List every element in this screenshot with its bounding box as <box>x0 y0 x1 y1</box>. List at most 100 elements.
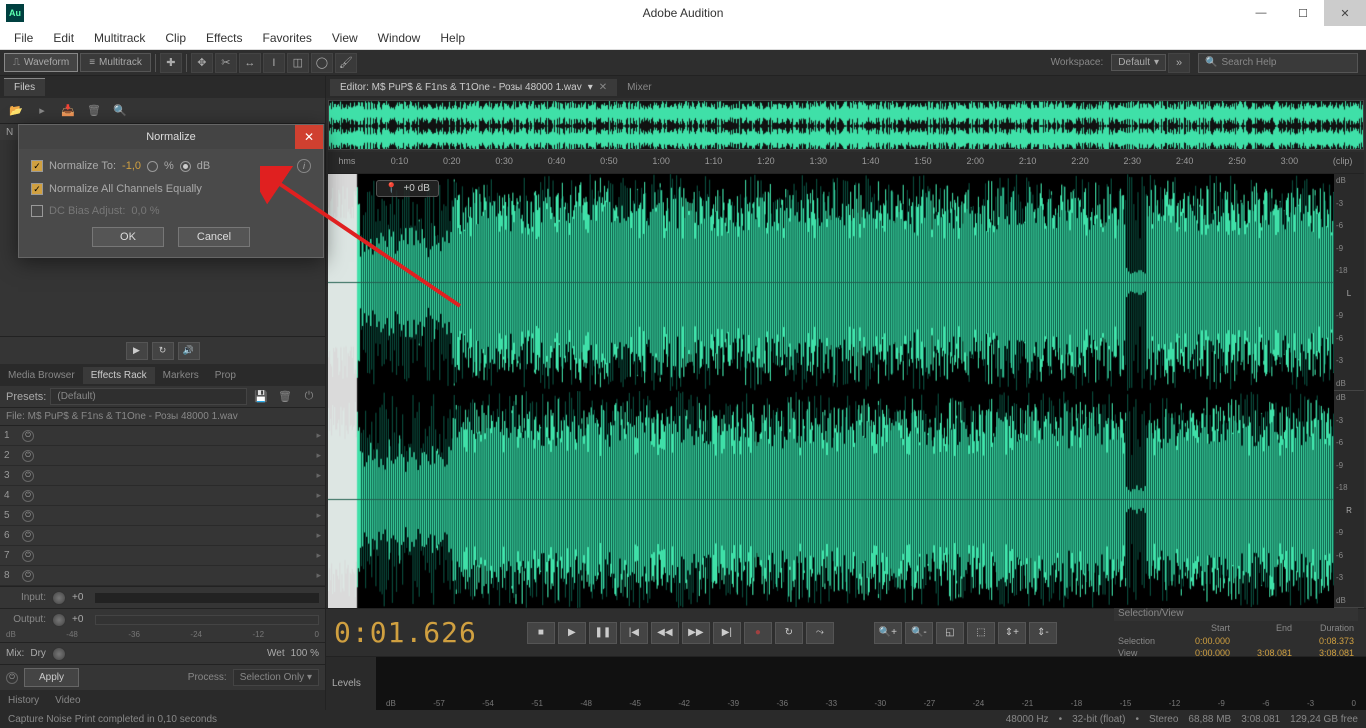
power-icon[interactable]: ⏻ <box>22 510 34 522</box>
tool-move[interactable]: ✥ <box>191 53 213 73</box>
tool-slip[interactable]: ↔ <box>239 53 261 73</box>
workspace-dropdown[interactable]: Default▾ <box>1111 54 1166 71</box>
ok-button[interactable]: OK <box>92 227 164 247</box>
play-button[interactable]: ▶ <box>558 622 586 644</box>
maximize-button[interactable]: ☐ <box>1282 0 1324 26</box>
tool-razor[interactable]: ✂ <box>215 53 237 73</box>
zoom-selection-button[interactable]: ⬚ <box>967 622 995 644</box>
tool-time-selection[interactable]: I <box>263 53 285 73</box>
zoom-in-amp-button[interactable]: ⇕+ <box>998 622 1026 644</box>
fx-slot-6[interactable]: 6⏻▸ <box>0 526 325 546</box>
mix-knob[interactable] <box>52 647 66 661</box>
menu-effects[interactable]: Effects <box>196 28 252 48</box>
tool-marquee[interactable]: ◫ <box>287 53 309 73</box>
menu-help[interactable]: Help <box>430 28 475 48</box>
normalize-to-value[interactable]: -1,0 <box>122 160 141 172</box>
normalize-to-checkbox[interactable]: ✓ <box>31 160 43 172</box>
menu-window[interactable]: Window <box>368 28 431 48</box>
fx-slot-4[interactable]: 4⏻▸ <box>0 486 325 506</box>
tool-lasso[interactable]: ◯ <box>311 53 333 73</box>
fx-slot-1[interactable]: 1⏻▸ <box>0 426 325 446</box>
video-tab[interactable]: Video <box>47 693 88 708</box>
selection-duration[interactable]: 0:08.373 <box>1296 636 1354 646</box>
mode-multitrack-button[interactable]: ≡Multitrack <box>80 53 151 72</box>
selection-end[interactable] <box>1234 636 1292 646</box>
editor-file-tab[interactable]: Editor: M$ PuP$ & F1ns & T1One - Розы 48… <box>330 79 617 96</box>
history-tab[interactable]: History <box>0 693 47 708</box>
power-icon[interactable]: ⏻ <box>22 450 34 462</box>
fx-slot-2[interactable]: 2⏻▸ <box>0 446 325 466</box>
time-display[interactable]: 0:01.626 <box>334 616 477 649</box>
fx-slot-7[interactable]: 7⏻▸ <box>0 546 325 566</box>
presets-dropdown[interactable]: (Default) <box>50 388 247 405</box>
files-tab[interactable]: Files <box>4 78 45 96</box>
selection-start[interactable]: 0:00.000 <box>1172 636 1230 646</box>
preset-delete-button[interactable]: 🗑 <box>275 389 295 405</box>
process-dropdown[interactable]: Selection Only ▾ <box>233 669 319 686</box>
dc-bias-checkbox[interactable] <box>31 205 43 217</box>
close-tab-button[interactable]: ✕ <box>599 82 607 93</box>
waveform-overview[interactable] <box>328 100 1364 150</box>
preview-autoplay-button[interactable]: 🔊 <box>178 342 200 360</box>
media-browser-tab[interactable]: Media Browser <box>0 367 83 384</box>
fx-slot-3[interactable]: 3⏻▸ <box>0 466 325 486</box>
power-icon[interactable]: ⏻ <box>22 470 34 482</box>
tool-spot-healing[interactable]: ✚ <box>160 53 182 73</box>
input-gain-knob[interactable] <box>52 591 66 605</box>
search-help-input[interactable]: 🔍Search Help <box>1198 53 1358 73</box>
pause-button[interactable]: ❚❚ <box>589 622 617 644</box>
menu-clip[interactable]: Clip <box>155 28 196 48</box>
zoom-in-button[interactable]: 🔍+ <box>874 622 902 644</box>
power-icon[interactable]: ⏻ <box>22 490 34 502</box>
fx-slot-8[interactable]: 8⏻▸ <box>0 566 325 586</box>
fx-slot-5[interactable]: 5⏻▸ <box>0 506 325 526</box>
unit-percent-radio[interactable] <box>147 161 158 172</box>
rack-power-toggle[interactable]: ⏻ <box>6 672 18 684</box>
go-to-end-button[interactable]: ▶| <box>713 622 741 644</box>
power-icon[interactable]: ⏻ <box>22 570 34 582</box>
menu-edit[interactable]: Edit <box>43 28 84 48</box>
zoom-full-button[interactable]: ◱ <box>936 622 964 644</box>
rack-power-button[interactable]: ⏻ <box>299 389 319 405</box>
effects-rack-tab[interactable]: Effects Rack <box>83 367 155 384</box>
go-to-start-button[interactable]: |◀ <box>620 622 648 644</box>
power-icon[interactable]: ⏻ <box>22 550 34 562</box>
loop-button[interactable]: ↻ <box>775 622 803 644</box>
import-button[interactable]: 📥 <box>58 103 78 119</box>
stop-button[interactable]: ■ <box>527 622 555 644</box>
search-files-button[interactable]: 🔍 <box>110 103 130 119</box>
tool-brush[interactable]: 🖌 <box>335 53 357 73</box>
markers-tab[interactable]: Markers <box>155 367 207 384</box>
menu-view[interactable]: View <box>322 28 368 48</box>
preview-loop-button[interactable]: ↻ <box>152 342 174 360</box>
zoom-out-button[interactable]: 🔍- <box>905 622 933 644</box>
skip-selection-button[interactable]: ⤳ <box>806 622 834 644</box>
preset-save-button[interactable]: 💾 <box>251 389 271 405</box>
info-icon[interactable]: i <box>297 159 311 173</box>
menu-multitrack[interactable]: Multitrack <box>84 28 155 48</box>
unit-db-radio[interactable] <box>180 161 191 172</box>
cancel-button[interactable]: Cancel <box>178 227 250 247</box>
zoom-out-amp-button[interactable]: ⇕- <box>1029 622 1057 644</box>
hud-gain-pill[interactable]: 📍+0 dB <box>376 180 439 197</box>
apply-button[interactable]: Apply <box>24 668 79 687</box>
preview-play-button[interactable]: ▶ <box>126 342 148 360</box>
open-file-button[interactable]: 📂 <box>6 103 26 119</box>
minimize-button[interactable]: — <box>1240 0 1282 26</box>
mixer-tab[interactable]: Mixer <box>617 79 661 96</box>
power-icon[interactable]: ⏻ <box>22 530 34 542</box>
menu-favorites[interactable]: Favorites <box>253 28 322 48</box>
close-window-button[interactable]: ✕ <box>1324 0 1366 26</box>
all-channels-checkbox[interactable]: ✓ <box>31 183 43 195</box>
new-file-button[interactable]: ▸ <box>32 103 52 119</box>
menu-file[interactable]: File <box>4 28 43 48</box>
forward-button[interactable]: ▶▶ <box>682 622 710 644</box>
close-file-button[interactable]: 🗑 <box>84 103 104 119</box>
properties-tab[interactable]: Prop <box>207 367 244 384</box>
mode-waveform-button[interactable]: ⎍Waveform <box>4 53 78 72</box>
output-gain-knob[interactable] <box>52 613 66 627</box>
dialog-title[interactable]: Normalize ✕ <box>19 125 323 149</box>
waveform-display[interactable]: 📍+0 dB dB-3-6-9-18L-9-6-3dB dB-3-6-9-18R… <box>328 174 1364 608</box>
workspace-menu-button[interactable]: » <box>1168 53 1190 73</box>
chevron-down-icon[interactable]: ▾ <box>588 82 593 93</box>
